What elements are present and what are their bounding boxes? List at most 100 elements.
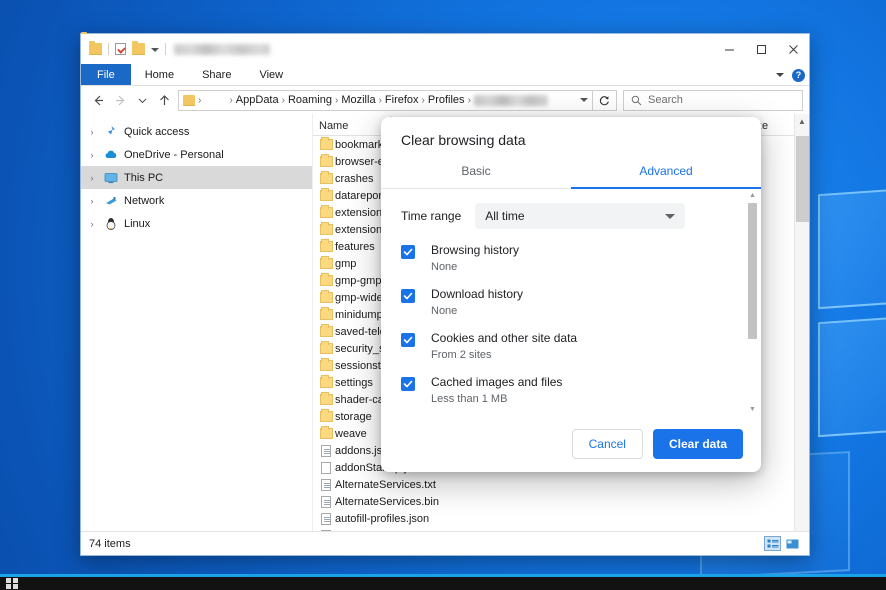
search-placeholder: Search (648, 94, 683, 106)
recent-locations-button[interactable] (131, 89, 153, 111)
forward-button[interactable] (109, 89, 131, 111)
chevron-down-icon[interactable] (580, 98, 588, 102)
search-input[interactable]: Search (623, 90, 803, 111)
table-row[interactable]: broadcast-listeners.json08/09/2023 11:04… (313, 527, 809, 531)
file-type-icon (313, 292, 335, 303)
clear-data-button[interactable]: Clear data (653, 429, 743, 459)
file-type-icon (313, 173, 335, 184)
view-mode-buttons (764, 536, 801, 551)
scroll-up-icon[interactable]: ▲ (795, 114, 809, 129)
back-button[interactable] (87, 89, 109, 111)
file-type-icon (313, 411, 335, 422)
start-tile (13, 584, 18, 589)
breadcrumb-separator: › (229, 95, 232, 106)
chevron-right-icon[interactable]: › (87, 173, 97, 183)
file-type-icon (313, 258, 335, 269)
tab-view[interactable]: View (245, 64, 297, 85)
checkbox-checked[interactable] (401, 245, 415, 259)
table-row[interactable]: autofill-profiles.json (313, 510, 809, 527)
chevron-right-icon[interactable]: › (87, 127, 97, 137)
file-type: JSON File (631, 530, 741, 532)
chevron-right-icon[interactable]: › (87, 196, 97, 206)
breadcrumb[interactable]: › › AppData › Roaming › Mozilla › Firefo… (178, 90, 593, 111)
breadcrumb-firefox[interactable]: Firefox (385, 94, 419, 106)
option-subtitle: Less than 1 MB (431, 392, 562, 406)
ribbon-right-controls: ? (776, 64, 805, 86)
folder-icon (320, 156, 333, 167)
file-type-icon (313, 377, 335, 388)
data-type-option[interactable]: Cookies and other site dataFrom 2 sites (401, 331, 741, 362)
file-name: autofill-profiles.json (335, 513, 501, 525)
sidebar-item-onedrive[interactable]: › OneDrive - Personal (81, 143, 312, 166)
chevron-down-icon[interactable] (151, 48, 159, 52)
file-type-icon (313, 445, 335, 457)
tab-basic[interactable]: Basic (381, 158, 571, 188)
file-type-icon (313, 241, 335, 252)
breadcrumb-roaming[interactable]: Roaming (288, 94, 332, 106)
up-button[interactable] (153, 89, 175, 111)
data-type-option[interactable]: Download historyNone (401, 287, 741, 318)
breadcrumb-separator: › (422, 95, 425, 106)
dialog-footer: Cancel Clear data (381, 416, 761, 472)
tab-home[interactable]: Home (131, 64, 188, 85)
chevron-right-icon[interactable]: › (87, 150, 97, 160)
file-type-icon (313, 326, 335, 337)
close-button[interactable] (777, 34, 809, 64)
data-type-option[interactable]: Cached images and filesLess than 1 MB (401, 375, 741, 406)
details-view-button[interactable] (764, 536, 781, 551)
divider (165, 43, 166, 55)
tab-advanced[interactable]: Advanced (571, 158, 761, 188)
minimize-button[interactable] (713, 34, 745, 64)
table-row[interactable]: AlternateServices.txt (313, 476, 809, 493)
dialog-scroll-area: Time range All time Browsing historyNone… (381, 189, 761, 416)
scrollbar-thumb[interactable] (748, 203, 757, 339)
large-icons-view-button[interactable] (784, 536, 801, 551)
dialog-scrollbar[interactable]: ▲ ▼ (746, 189, 759, 416)
maximize-button[interactable] (745, 34, 777, 64)
checkbox-checked[interactable] (401, 333, 415, 347)
sidebar-item-linux[interactable]: › Linux (81, 212, 312, 235)
dialog-tabs: Basic Advanced (381, 158, 761, 189)
properties-icon[interactable] (115, 43, 126, 55)
start-button[interactable] (6, 578, 18, 589)
option-text: Cookies and other site dataFrom 2 sites (431, 331, 577, 362)
table-row[interactable]: AlternateServices.bin (313, 493, 809, 510)
folder-icon[interactable] (89, 43, 102, 55)
text-file-icon (321, 530, 331, 532)
breadcrumb-profiles[interactable]: Profiles (428, 94, 465, 106)
data-type-option[interactable]: Browsing historyNone (401, 243, 741, 274)
sidebar-item-quick-access[interactable]: › Quick access (81, 120, 312, 143)
sidebar-item-this-pc[interactable]: › This PC (81, 166, 312, 189)
pin-icon (103, 125, 118, 139)
explorer-vertical-scrollbar[interactable]: ▲ (794, 114, 809, 531)
refresh-button[interactable] (593, 90, 617, 111)
option-text: Cached images and filesLess than 1 MB (431, 375, 562, 406)
folder-icon (320, 394, 333, 405)
chevron-right-icon[interactable]: › (87, 219, 97, 229)
folder-icon (320, 190, 333, 201)
breadcrumb-appdata[interactable]: AppData (236, 94, 279, 106)
help-icon[interactable]: ? (792, 69, 805, 82)
text-file-icon (321, 513, 331, 525)
file-name: AlternateServices.bin (335, 496, 501, 508)
clear-browsing-data-dialog: Clear browsing data Basic Advanced Time … (381, 117, 761, 472)
checkbox-checked[interactable] (401, 377, 415, 391)
sidebar-item-network[interactable]: › Network (81, 189, 312, 212)
chevron-down-icon[interactable] (776, 73, 784, 77)
cloud-icon (103, 148, 118, 162)
folder-icon (320, 139, 333, 150)
scroll-up-icon[interactable]: ▲ (746, 189, 759, 202)
tab-share[interactable]: Share (188, 64, 245, 85)
time-range-row: Time range All time (401, 203, 741, 229)
tab-file[interactable]: File (81, 64, 131, 85)
new-folder-icon[interactable] (132, 43, 145, 55)
cancel-button[interactable]: Cancel (572, 429, 643, 459)
scrollbar-thumb[interactable] (796, 136, 809, 222)
time-range-select[interactable]: All time (475, 203, 685, 229)
breadcrumb-separator: › (379, 95, 382, 106)
folder-icon (320, 241, 333, 252)
breadcrumb-mozilla[interactable]: Mozilla (341, 94, 375, 106)
folder-icon (320, 343, 333, 354)
checkbox-checked[interactable] (401, 289, 415, 303)
scroll-down-icon[interactable]: ▼ (746, 403, 759, 416)
